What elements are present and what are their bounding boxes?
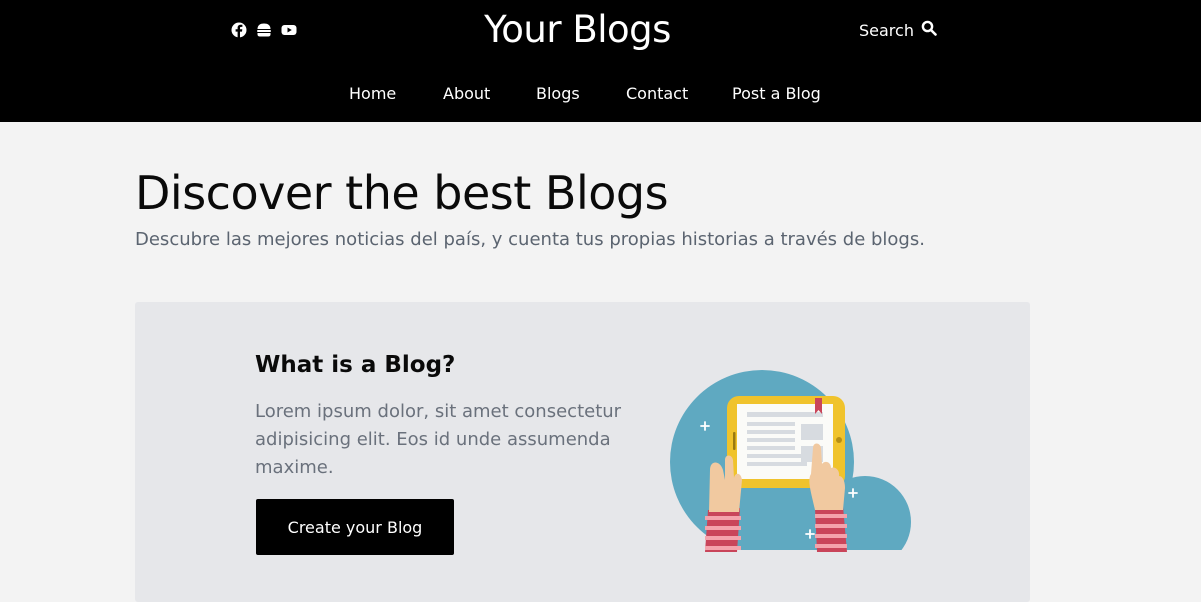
nav-contact[interactable]: Contact (626, 84, 688, 103)
card-description: Lorem ipsum dolor, sit amet consectetur … (255, 401, 622, 478)
card-title: What is a Blog? (255, 352, 456, 378)
hands-holding-tablet-illustration (665, 352, 915, 552)
nav-home[interactable]: Home (349, 84, 396, 103)
nav-post-a-blog[interactable]: Post a Blog (732, 84, 821, 103)
nav-about[interactable]: About (443, 84, 490, 103)
nav-blogs[interactable]: Blogs (536, 84, 580, 103)
hero-subtitle: Descubre las mejores noticias del país, … (135, 229, 925, 250)
create-blog-button[interactable]: Create your Blog (256, 499, 454, 555)
search-icon (921, 20, 937, 40)
search-link[interactable]: Search (859, 20, 937, 40)
what-is-blog-card: What is a Blog? Lorem ipsum dolor, sit a… (135, 302, 1030, 602)
search-label: Search (859, 20, 914, 40)
site-title: Your Blogs (484, 8, 671, 51)
site-header: Your Blogs Search Home About Blogs Conta… (0, 0, 1201, 122)
hero-title: Discover the best Blogs (135, 166, 669, 220)
